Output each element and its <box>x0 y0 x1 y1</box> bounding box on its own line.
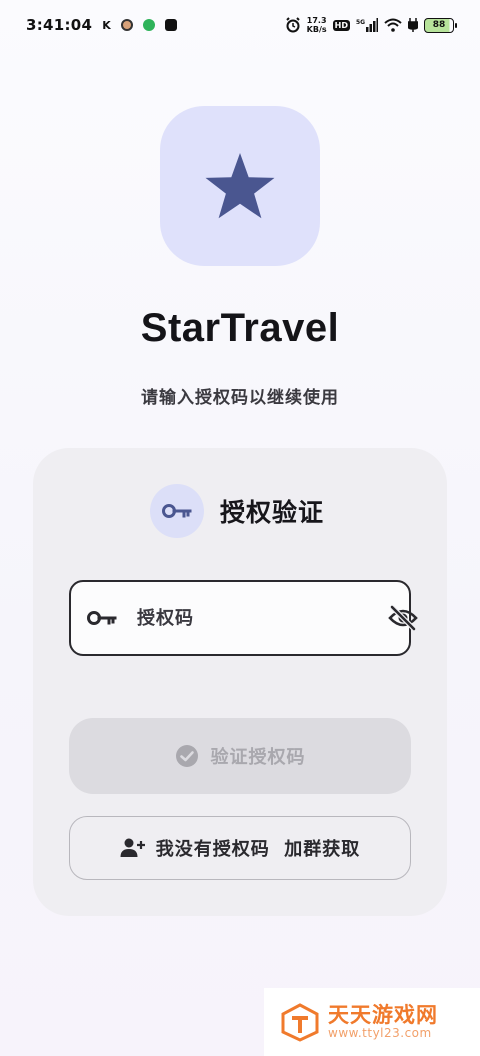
auth-card: 授权验证 验证授权码 我没有授权码 加群获取 <box>33 448 447 916</box>
alarm-icon <box>285 17 300 33</box>
net-speed-value: 17.3 <box>306 16 327 25</box>
key-icon <box>87 610 117 626</box>
key-badge <box>150 484 204 538</box>
auth-code-field[interactable] <box>69 580 418 656</box>
notification-avatar-icon <box>120 19 133 31</box>
net-speed-unit: KB/s <box>306 25 327 34</box>
battery-level: 88 <box>432 20 446 30</box>
star-icon <box>205 153 275 219</box>
add-person-icon <box>120 838 145 857</box>
notification-tiktok-icon <box>164 19 177 31</box>
svg-text:5G: 5G <box>356 19 365 26</box>
battery-icon: 88 <box>424 17 457 33</box>
status-bar: 3:41:04 K 17.3 KB/s HD 5G 88 <box>0 0 480 50</box>
notification-k-icon: K <box>102 18 111 32</box>
verify-code-label: 验证授权码 <box>210 747 306 768</box>
watermark-name: 天天游戏网 <box>328 1002 438 1027</box>
wifi-icon <box>384 18 402 32</box>
verify-code-button[interactable]: 验证授权码 <box>69 718 411 794</box>
auth-card-title: 授权验证 <box>220 498 325 527</box>
net-speed: 17.3 KB/s <box>307 16 327 34</box>
key-icon <box>162 504 192 518</box>
status-bar-left: 3:41:04 K <box>26 16 177 34</box>
charging-icon <box>408 18 418 32</box>
status-bar-right: 17.3 KB/s HD 5G 88 <box>285 16 457 34</box>
check-circle-icon <box>175 745 198 767</box>
app-logo <box>160 106 320 266</box>
auth-code-input[interactable] <box>137 607 388 629</box>
watermark-text: 天天游戏网 www.ttyl23.com <box>328 1002 438 1040</box>
eye-off-icon[interactable] <box>388 602 418 634</box>
watermark-url: www.ttyl23.com <box>328 1025 432 1040</box>
auth-card-header: 授权验证 <box>150 484 324 538</box>
status-time: 3:41:04 <box>26 16 93 34</box>
hd-icon: HD <box>332 19 350 31</box>
notification-green-icon <box>142 19 155 31</box>
app-title: StarTravel <box>140 306 340 350</box>
site-watermark: 天天游戏网 www.ttyl23.com <box>264 988 480 1056</box>
get-code-label: 我没有授权码 加群获取 <box>155 839 361 860</box>
get-code-from-group-button[interactable]: 我没有授权码 加群获取 <box>69 816 411 880</box>
watermark-logo-icon <box>281 1003 319 1042</box>
app-subtitle: 请输入授权码以继续使用 <box>141 388 339 408</box>
signal-icon: 5G <box>356 18 378 32</box>
